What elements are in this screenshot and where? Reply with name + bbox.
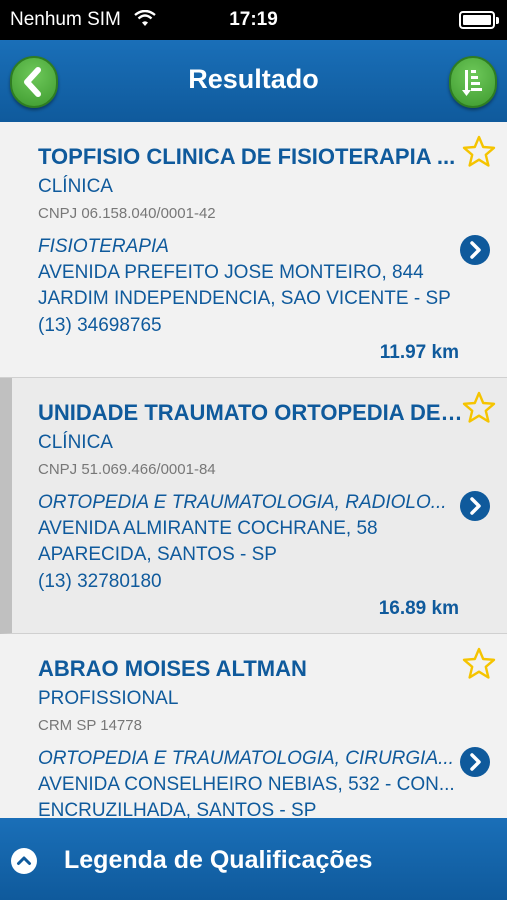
legend-label: Legenda de Qualificações — [64, 846, 373, 874]
chevron-right-icon[interactable] — [459, 746, 491, 778]
result-address-line2: APARECIDA, SANTOS - SP — [38, 544, 277, 565]
result-address-line2: ENCRUZILHADA, SANTOS - SP — [38, 800, 317, 818]
results-list[interactable]: TOPFISIO CLINICA DE FISIOTERAPIA ... CLÍ… — [0, 122, 507, 818]
result-address-line2: JARDIM INDEPENDENCIA, SAO VICENTE - SP — [38, 288, 451, 309]
result-address-line1: AVENIDA PREFEITO JOSE MONTEIRO, 844 — [38, 262, 424, 283]
chevron-right-icon[interactable] — [459, 234, 491, 266]
result-distance: 16.89 km — [378, 598, 459, 619]
result-specialty: ORTOPEDIA E TRAUMATOLOGIA, CIRURGIA... — [38, 748, 454, 769]
chevron-up-icon[interactable] — [10, 847, 38, 875]
result-card[interactable]: TOPFISIO CLINICA DE FISIOTERAPIA ... CLÍ… — [0, 122, 507, 378]
result-name: UNIDADE TRAUMATO ORTOPEDIA DE ... — [38, 400, 464, 425]
result-address-line1: AVENIDA CONSELHEIRO NEBIAS, 532 - CON... — [38, 774, 455, 795]
legend-bar[interactable]: Legenda de Qualificações — [0, 818, 507, 900]
result-specialty: FISIOTERAPIA — [38, 236, 169, 257]
result-specialty: ORTOPEDIA E TRAUMATOLOGIA, RADIOLO... — [38, 492, 447, 513]
clock: 17:19 — [229, 9, 278, 30]
nav-bar: Resultado — [0, 40, 507, 122]
result-phone[interactable]: (13) 34698765 — [38, 315, 458, 337]
sort-button[interactable] — [449, 56, 497, 108]
result-type: CLÍNICA — [38, 176, 113, 197]
result-type: PROFISSIONAL — [38, 688, 179, 709]
favorite-star-icon[interactable] — [461, 390, 497, 426]
sort-icon — [462, 70, 482, 96]
result-name: TOPFISIO CLINICA DE FISIOTERAPIA ... — [38, 144, 456, 169]
result-registration: CNPJ 06.158.040/0001-42 — [38, 205, 216, 222]
result-card[interactable]: UNIDADE TRAUMATO ORTOPEDIA DE ... CLÍNIC… — [0, 378, 507, 634]
result-distance: 11.97 km — [379, 342, 459, 363]
status-bar: Nenhum SIM 17:19 — [0, 0, 507, 40]
favorite-star-icon[interactable] — [461, 646, 497, 682]
result-registration: CRM SP 14778 — [38, 717, 142, 734]
result-type: CLÍNICA — [38, 432, 113, 453]
page-title: Resultado — [188, 64, 319, 94]
chevron-right-icon[interactable] — [459, 490, 491, 522]
result-card[interactable]: ABRAO MOISES ALTMAN PROFISSIONAL CRM SP … — [0, 634, 507, 818]
result-address-line1: AVENIDA ALMIRANTE COCHRANE, 58 — [38, 518, 378, 539]
result-registration: CNPJ 51.069.466/0001-84 — [38, 461, 216, 478]
result-phone[interactable]: (13) 32780180 — [38, 571, 458, 593]
favorite-star-icon[interactable] — [461, 134, 497, 170]
result-name: ABRAO MOISES ALTMAN — [38, 656, 307, 681]
battery-icon — [459, 11, 499, 29]
